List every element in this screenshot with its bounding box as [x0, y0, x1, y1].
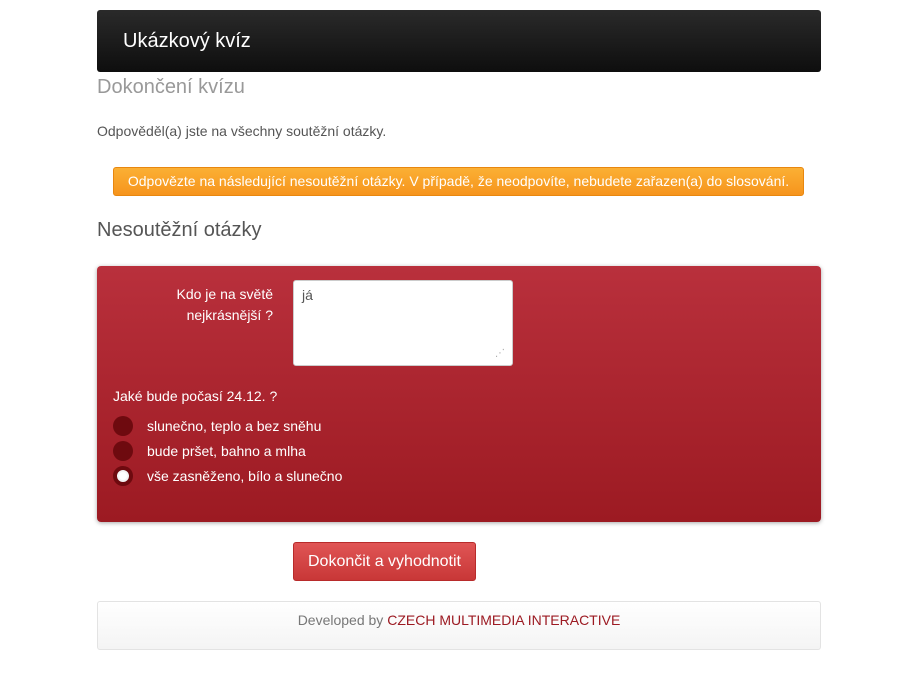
radio-option-3[interactable]: vše zasněženo, bílo a slunečno	[113, 465, 342, 487]
info-alert: Odpovězte na následující nesoutěžní otáz…	[113, 167, 804, 196]
radio-option-2[interactable]: bude pršet, bahno a mlha	[113, 440, 306, 462]
question1-textarea[interactable]	[293, 280, 513, 366]
radio-button[interactable]	[113, 416, 133, 436]
radio-option-label[interactable]: slunečno, teplo a bez sněhu	[147, 418, 321, 434]
resize-grip-icon[interactable]: ⋰	[495, 348, 507, 360]
question2-label: Jaké bude počasí 24.12. ?	[113, 388, 278, 404]
question1-label-line1: Kdo je na světě	[176, 286, 273, 302]
question1-label: Kdo je na světě nejkrásnější ?	[137, 284, 273, 326]
navbar: Ukázkový kvíz	[97, 10, 821, 72]
submit-button[interactable]: Dokončit a vyhodnotit	[293, 542, 476, 581]
footer: Developed by CZECH MULTIMEDIA INTERACTIV…	[97, 601, 821, 650]
intro-text: Odpověděl(a) jste na všechny soutěžní ot…	[97, 123, 387, 139]
radio-option-label[interactable]: bude pršet, bahno a mlha	[147, 443, 306, 459]
footer-prefix: Developed by	[297, 612, 384, 628]
section-title: Nesoutěžní otázky	[97, 219, 262, 241]
radio-button[interactable]	[113, 441, 133, 461]
page-title: Dokončení kvízu	[97, 76, 245, 98]
questions-panel: Kdo je na světě nejkrásnější ? ⋰ Jaké bu…	[97, 266, 821, 522]
radio-button-checked[interactable]	[113, 466, 133, 486]
radio-dot-icon	[119, 472, 127, 480]
footer-company-link[interactable]: CZECH MULTIMEDIA INTERACTIVE	[387, 612, 620, 628]
question1-label-line2: nejkrásnější ?	[186, 307, 273, 323]
radio-option-label[interactable]: vše zasněženo, bílo a slunečno	[147, 468, 342, 484]
radio-option-1[interactable]: slunečno, teplo a bez sněhu	[113, 415, 321, 437]
brand-title[interactable]: Ukázkový kvíz	[123, 30, 251, 53]
